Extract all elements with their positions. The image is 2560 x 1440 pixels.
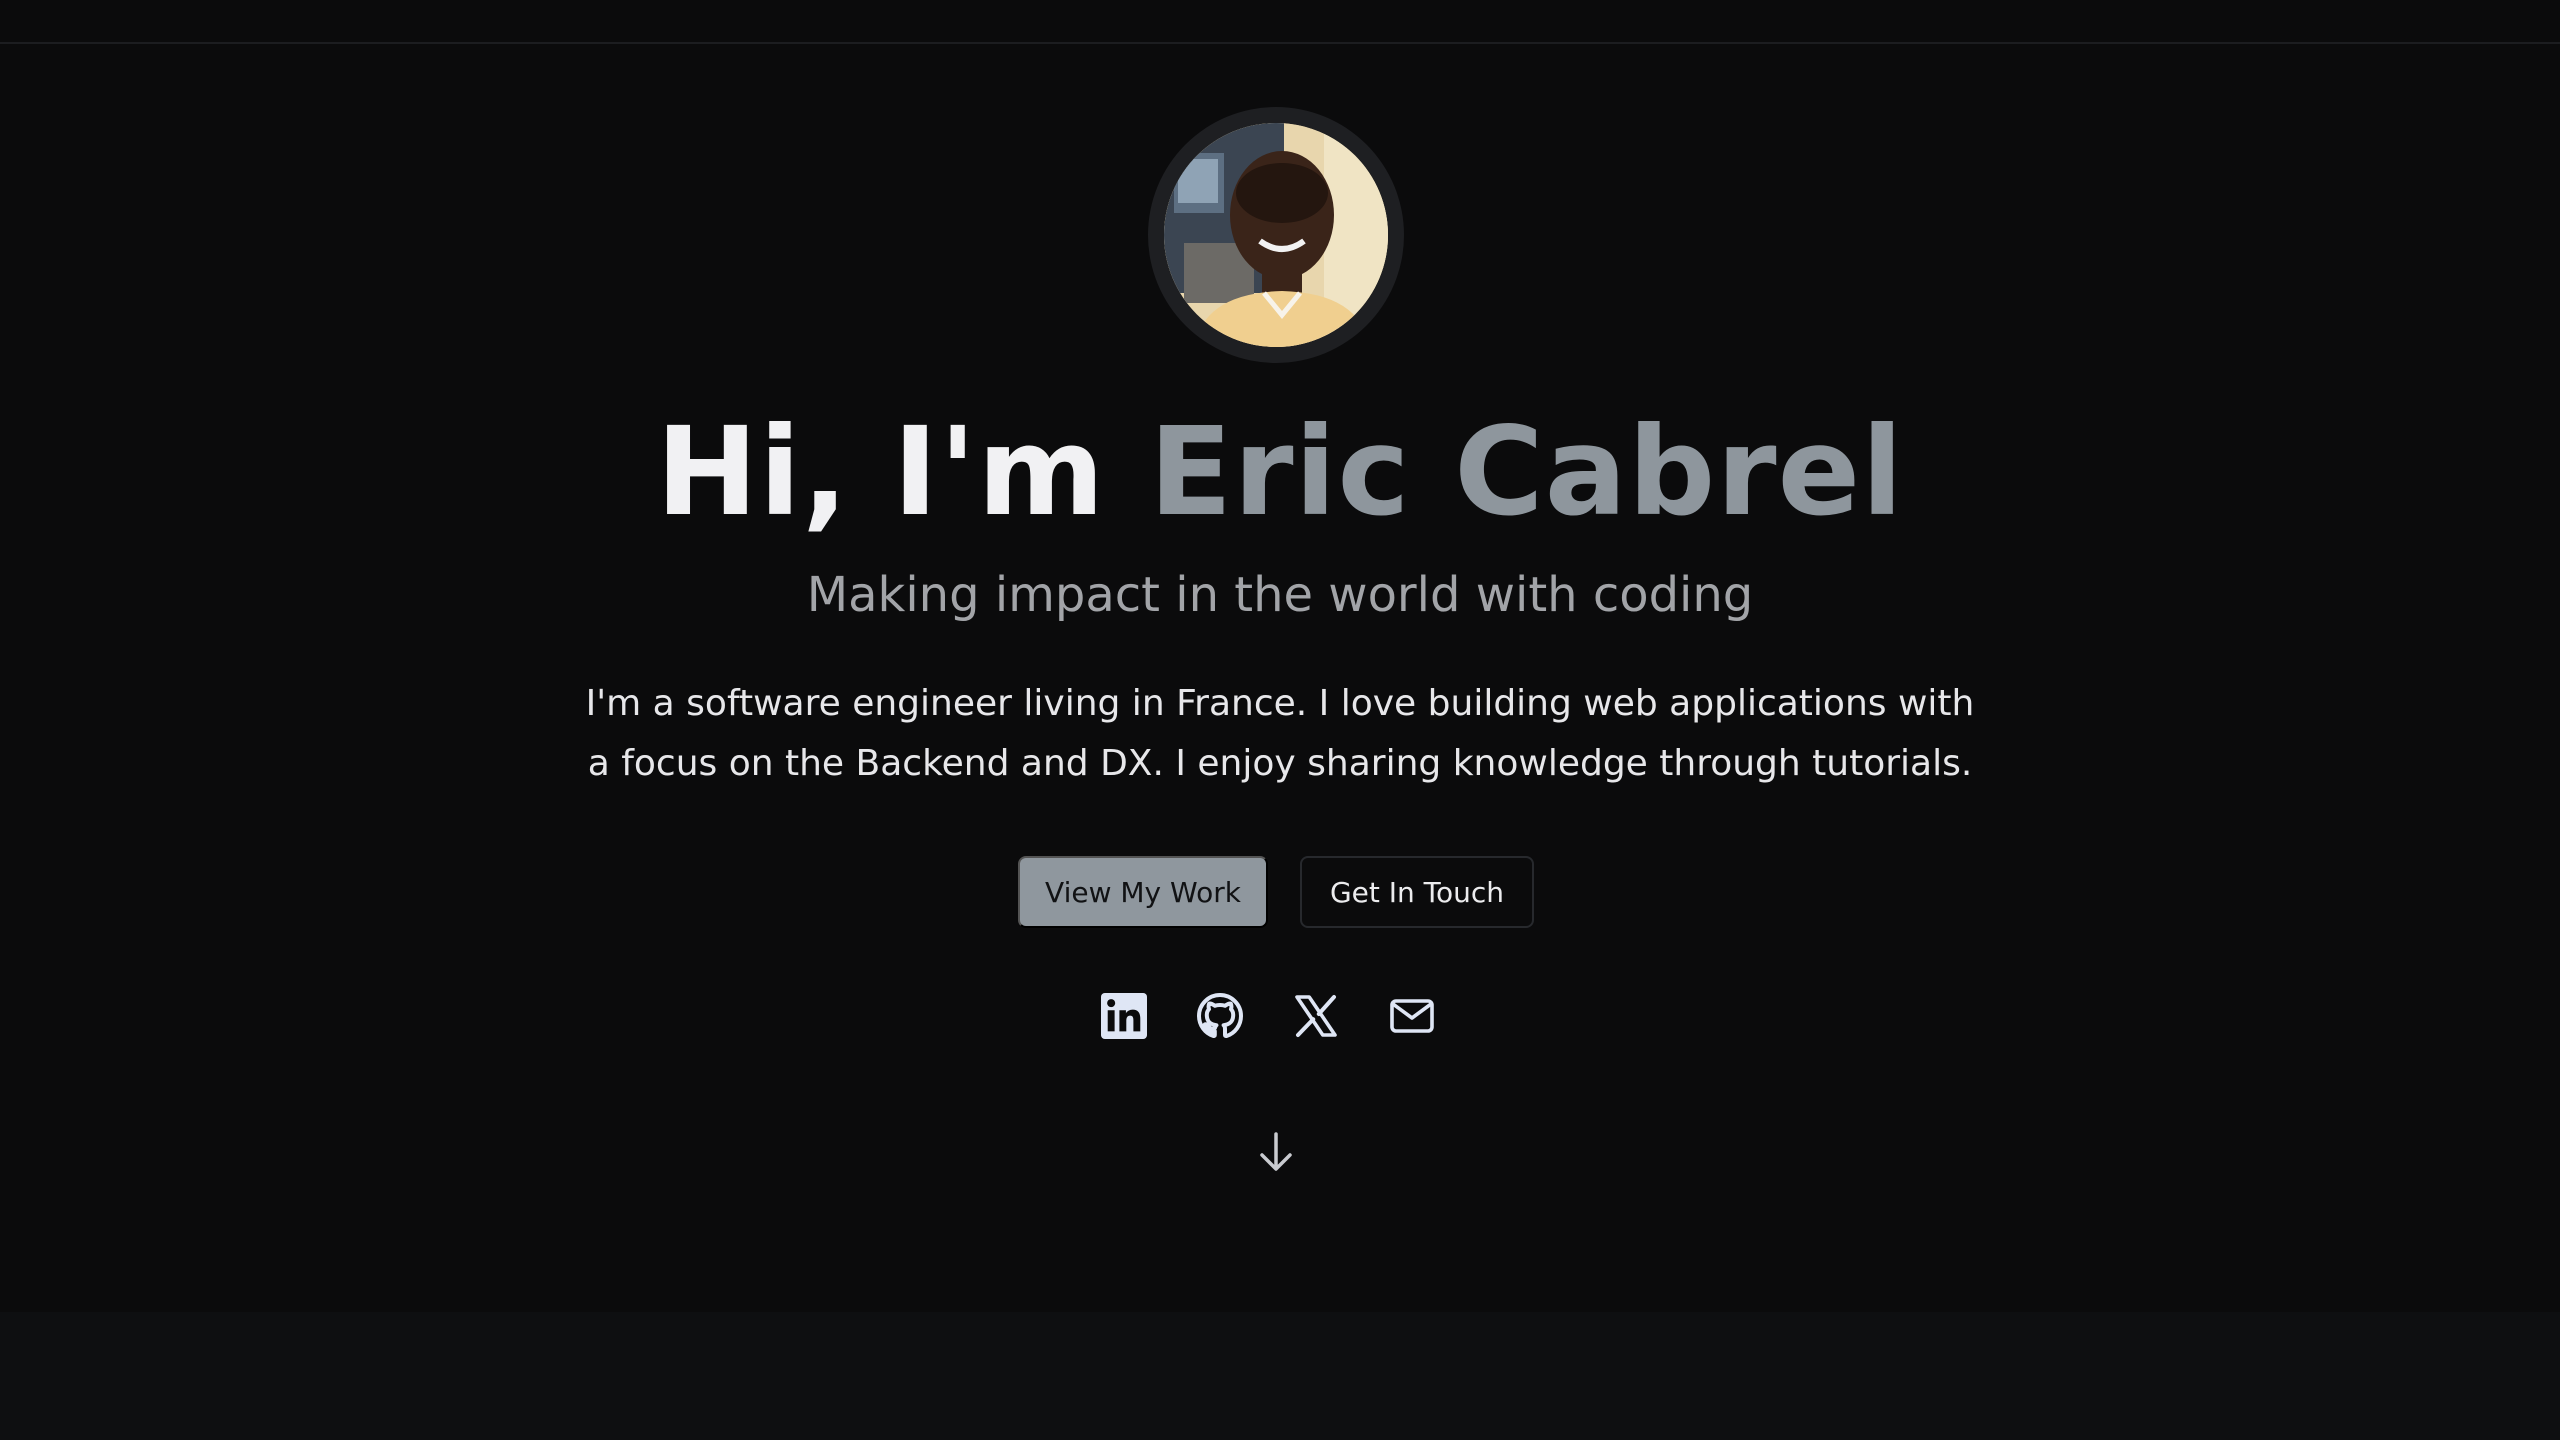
top-navigation-bar [0, 0, 2560, 44]
hero-tagline: Making impact in the world with coding [806, 567, 1754, 623]
get-in-touch-button[interactable]: Get In Touch [1300, 856, 1534, 928]
email-link[interactable] [1388, 990, 1436, 1042]
social-links [1100, 990, 1436, 1042]
hero-bio: I'm a software engineer living in France… [585, 683, 1975, 784]
linkedin-link[interactable] [1100, 990, 1148, 1042]
cta-buttons: View My Work Get In Touch [1018, 856, 1534, 928]
x-icon [1295, 995, 1337, 1037]
github-icon [1197, 993, 1243, 1039]
linkedin-icon [1101, 993, 1147, 1039]
avatar-photo [1164, 123, 1388, 347]
hero-headline: Hi, I'm Eric Cabrel [0, 398, 2560, 546]
scroll-down-button[interactable] [1256, 1130, 1296, 1174]
github-link[interactable] [1196, 990, 1244, 1042]
x-link[interactable] [1292, 990, 1340, 1042]
avatar [1164, 123, 1388, 347]
view-my-work-button[interactable]: View My Work [1018, 856, 1268, 928]
arrow-down-icon [1260, 1132, 1292, 1171]
greeting-text: Hi, I'm [655, 401, 1106, 543]
name-text: Eric Cabrel [1149, 401, 1905, 543]
avatar-ring [1148, 107, 1404, 363]
mail-icon [1390, 999, 1434, 1033]
next-section [0, 1312, 2560, 1440]
